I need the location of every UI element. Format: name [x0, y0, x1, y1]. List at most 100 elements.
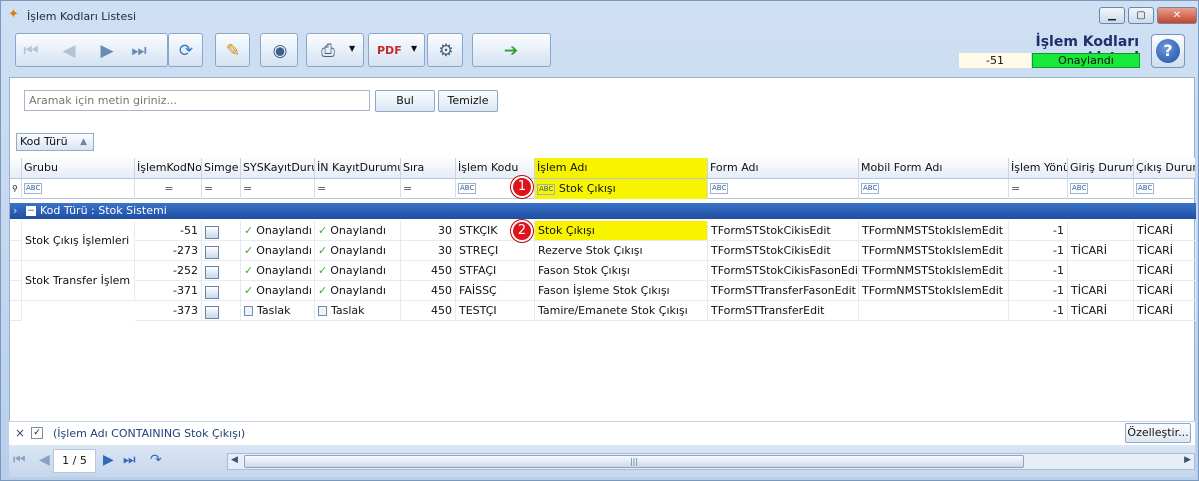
cell-no: -252 [135, 261, 202, 281]
col-grubu[interactable]: Grubu [22, 158, 135, 179]
col-sys-kayit-durum[interactable]: SYSKayıtDurum [241, 158, 315, 179]
row-indicator [10, 281, 22, 301]
col-form-adi[interactable]: Form Adı [708, 158, 859, 179]
table-row[interactable]: -252 ✓ Onaylandı ✓ Onaylandı 450 STFAÇI Fason S… [10, 261, 1196, 281]
col-islem-adi[interactable]: İşlem Adı [535, 158, 708, 179]
annotation-badge-2: 2 [511, 220, 533, 242]
row-symbol-icon [202, 261, 241, 281]
cell-cikis: TİCARİ [1134, 261, 1196, 281]
customize-button[interactable]: Özelleştir... [1125, 423, 1191, 443]
print-icon: ⎙ [321, 41, 335, 61]
check-icon: ✓ [318, 264, 328, 277]
filter-in[interactable]: = [315, 179, 401, 199]
close-button[interactable]: ✕ [1157, 7, 1197, 24]
preview-button[interactable]: ◉ [260, 33, 298, 67]
title-bar: ✦ İşlem Kodları Listesi ▁ ▢ ✕ [1, 1, 1198, 29]
print-button[interactable]: ⎙ ▼ [306, 33, 364, 67]
cell-in: ✓ Onaylandı [315, 221, 401, 241]
dropdown-arrow-icon[interactable]: ▼ [411, 44, 417, 53]
col-sira[interactable]: Sıra [401, 158, 456, 179]
filter-giris[interactable]: ABC [1068, 179, 1134, 199]
filter-yon[interactable]: = [1009, 179, 1068, 199]
filter-footer: × ✓ (İşlem Adı CONTAINING Stok Çıkışı) Ö… [9, 421, 1195, 445]
nav-first-icon[interactable]: ⏮ [13, 452, 26, 468]
col-cikis-durum[interactable]: Çıkış Durum [1134, 158, 1196, 179]
collapse-icon[interactable]: − [26, 206, 36, 216]
edit-button[interactable]: ✎ [215, 33, 250, 67]
exit-icon: ➔ [503, 41, 519, 61]
check-icon: ✓ [244, 224, 254, 237]
pdf-button[interactable]: PDF ▼ [368, 33, 425, 67]
filter-sira[interactable]: = [401, 179, 456, 199]
cell-sys: Taslak [241, 301, 315, 321]
col-simge[interactable]: Simge [202, 158, 241, 179]
check-icon: ✓ [318, 224, 328, 237]
help-button[interactable]: ? [1151, 34, 1185, 68]
record-number: -51 [959, 53, 1031, 68]
filter-cikis[interactable]: ABC [1134, 179, 1196, 199]
filter-grubu[interactable]: ABC [22, 179, 135, 199]
search-input[interactable] [24, 90, 370, 111]
scroll-thumb[interactable]: ||| [244, 455, 1024, 468]
cell-sira: 450 [401, 261, 456, 281]
cell-giris: TİCARİ [1068, 241, 1134, 261]
col-giris-durum[interactable]: Giriş Durum [1068, 158, 1134, 179]
filter-form-adi[interactable]: ABC [708, 179, 859, 199]
cell-cikis: TİCARİ [1134, 281, 1196, 301]
find-button[interactable]: Bul [375, 90, 435, 112]
next-icon[interactable]: ▶ [96, 41, 118, 61]
filter-islem-kod-no[interactable]: = [135, 179, 202, 199]
check-icon: ✓ [244, 244, 254, 257]
table-row[interactable]: -51 ✓ Onaylandı ✓ Onaylandı 30 STKÇIK Stok Çıkı… [10, 221, 1196, 241]
cell-sys-text: Onaylandı [256, 264, 312, 277]
table-row[interactable]: -371 ✓ Onaylandı ✓ Onaylandı 450 FAİSSÇ Fason İ… [10, 281, 1196, 301]
group-row[interactable]: › − Kod Türü : Stok Sistemi [10, 203, 1196, 219]
cell-yon: -1 [1009, 261, 1068, 281]
cell-mobil: TFormNMSTStokIslemEdit [859, 241, 1009, 261]
cell-sys-text: Taslak [257, 304, 291, 317]
expand-icon[interactable]: › [13, 203, 17, 219]
last-icon[interactable]: ⏭ [128, 41, 150, 61]
cell-no: -51 [135, 221, 202, 241]
filter-text[interactable]: (İşlem Adı CONTAINING Stok Çıkışı) [53, 427, 245, 440]
cell-giris: TİCARİ [1068, 281, 1134, 301]
exit-button[interactable]: ➔ [472, 33, 551, 67]
table-row[interactable]: -273 ✓ Onaylandı ✓ Onaylandı 30 STREÇI Rezerve … [10, 241, 1196, 261]
clear-button[interactable]: Temizle [438, 90, 498, 112]
draft-icon [244, 306, 253, 316]
tools-button[interactable]: ⚙ [427, 33, 463, 67]
close-filter-icon[interactable]: × [15, 426, 25, 440]
scroll-right-icon[interactable]: ▶ [1184, 455, 1191, 465]
check-icon: ✓ [244, 264, 254, 277]
horizontal-scrollbar[interactable]: ◀ ||| ▶ [227, 453, 1195, 470]
cell-ad: Tamire/Emanete Stok Çıkışı [535, 301, 708, 321]
maximize-button[interactable]: ▢ [1128, 7, 1154, 24]
annotation-badge-1: 1 [511, 176, 533, 198]
nav-last-icon[interactable]: ⏭ [123, 452, 136, 468]
prev-icon[interactable]: ◀ [58, 41, 80, 61]
col-islem-yonu[interactable]: İşlem Yönü [1009, 158, 1068, 179]
nav-next-icon[interactable]: ▶ [103, 452, 114, 468]
filter-enabled-checkbox[interactable]: ✓ [31, 427, 43, 439]
col-islem-kod-no[interactable]: İşlemKodNo [135, 158, 202, 179]
col-in-kayit-durumu[interactable]: İN KayıtDurumu [315, 158, 401, 179]
row-indicator [10, 221, 22, 241]
filter-sys[interactable]: = [241, 179, 315, 199]
minimize-button[interactable]: ▁ [1099, 7, 1125, 24]
dropdown-arrow-icon[interactable]: ▼ [349, 44, 355, 53]
refresh-button[interactable]: ⟳ [168, 33, 203, 67]
cell-no: -371 [135, 281, 202, 301]
col-mobil-form-adi[interactable]: Mobil Form Adı [859, 158, 1009, 179]
filter-mobil[interactable]: ABC [859, 179, 1009, 199]
nav-refresh-icon[interactable]: ↷ [150, 452, 162, 468]
cell-kod: STFAÇI [456, 261, 535, 281]
scroll-left-icon[interactable]: ◀ [231, 455, 238, 465]
first-icon[interactable]: ⏮ [20, 41, 42, 61]
nav-prev-icon[interactable]: ◀ [39, 452, 50, 468]
filter-islem-adi[interactable]: ABC Stok Çıkışı [535, 179, 708, 199]
table-row[interactable]: -373 Taslak Taslak 450 TESTÇI Tamire/Emanete … [10, 301, 1196, 321]
cell-cikis: TİCARİ [1134, 241, 1196, 261]
filter-simge[interactable]: = [202, 179, 241, 199]
group-by-kod-turu[interactable]: Kod Türü ▲ [16, 133, 94, 151]
row-indicator [10, 261, 22, 281]
